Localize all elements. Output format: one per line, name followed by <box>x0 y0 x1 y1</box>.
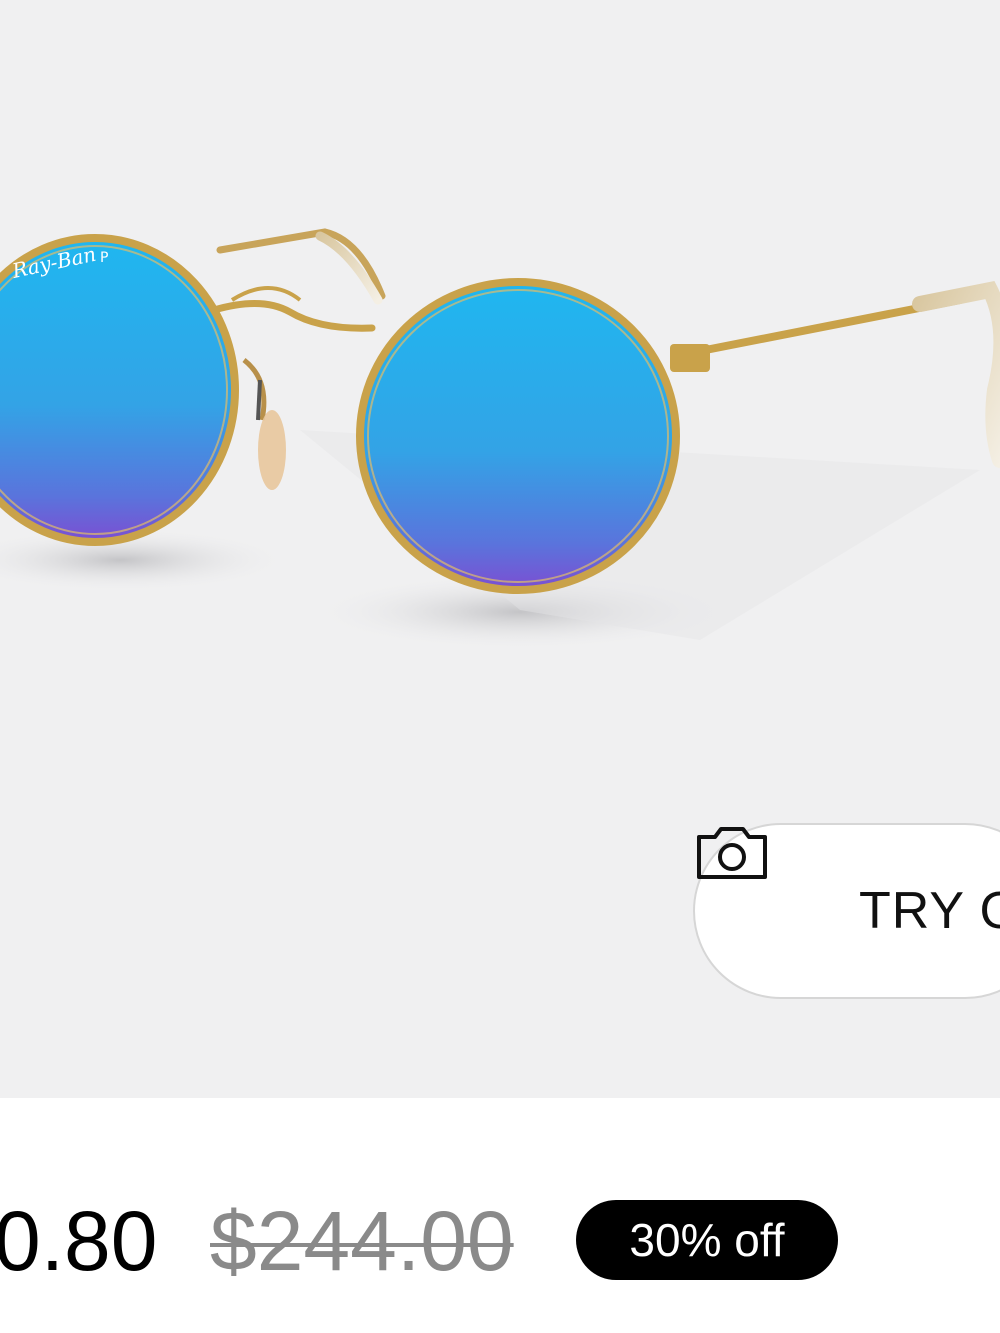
try-on-button[interactable]: TRY O <box>693 823 1000 999</box>
product-image[interactable]: Ray-Ban P TRY O <box>0 0 1000 1098</box>
original-price: $244.00 <box>210 1194 514 1288</box>
discount-badge: 30% off <box>576 1200 838 1280</box>
svg-text:P: P <box>100 250 108 266</box>
product-page: Ray-Ban P TRY O 0.80 $244.00 30% off <box>0 0 1000 1333</box>
current-price: 0.80 <box>0 1194 158 1288</box>
camera-icon <box>697 827 825 939</box>
price-row: 0.80 $244.00 30% off <box>0 1098 1000 1333</box>
try-on-label: TRY O <box>859 882 1000 940</box>
